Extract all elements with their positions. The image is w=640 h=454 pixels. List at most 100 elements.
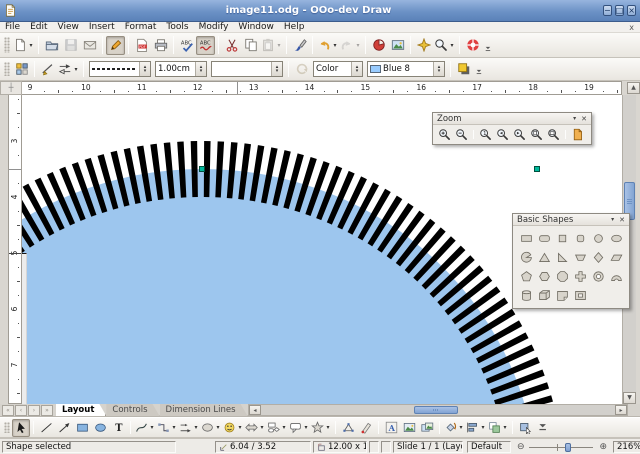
new-document-button[interactable]: ▾ <box>12 36 35 55</box>
menu-file[interactable]: File <box>0 22 25 32</box>
zoom-percentage[interactable]: 216% <box>613 441 640 453</box>
copy-button[interactable] <box>241 36 260 55</box>
zoom-100-button[interactable]: 1 <box>477 126 494 143</box>
dropdown-caret-icon[interactable]: ▾ <box>28 42 34 49</box>
rotate-button[interactable] <box>292 60 311 79</box>
zoom-previous-button[interactable] <box>494 126 511 143</box>
line-dialog-button[interactable] <box>38 60 57 79</box>
basic-shapes-button[interactable]: ▾ <box>200 419 222 437</box>
redo-button[interactable]: ▾ <box>339 36 362 55</box>
open-button[interactable] <box>42 36 61 55</box>
zoom-slider-track[interactable] <box>529 447 593 448</box>
format-paintbrush-button[interactable] <box>290 36 309 55</box>
toolbar-grip[interactable] <box>4 62 10 76</box>
dropdown-caret-icon[interactable]: ▾ <box>237 424 243 431</box>
flowchart-button[interactable]: ▾ <box>266 419 288 437</box>
menu-help[interactable]: Help <box>279 22 310 32</box>
shadow-button[interactable] <box>454 60 473 79</box>
save-button[interactable] <box>61 36 80 55</box>
dropdown-caret-icon[interactable]: ▾ <box>193 424 199 431</box>
area-color-spin-buttons[interactable]: ▴▾ <box>433 62 444 76</box>
shape-trapezoid-button[interactable] <box>571 248 589 266</box>
glue-points-button[interactable] <box>357 419 375 437</box>
dropdown-caret-icon[interactable]: ▾ <box>215 424 221 431</box>
shape-isosceles-triangle-button[interactable] <box>535 248 553 266</box>
scroll-down-button[interactable]: ▼ <box>623 392 636 404</box>
menu-modify[interactable]: Modify <box>194 22 234 32</box>
menu-format[interactable]: Format <box>120 22 162 32</box>
connector-button[interactable]: ▾ <box>156 419 178 437</box>
cursor-position-cell[interactable]: 6.04 / 3.52 <box>215 441 311 453</box>
export-pdf-button[interactable]: PDF <box>132 36 151 55</box>
optimal-button[interactable] <box>569 126 586 143</box>
tab-dimension-lines[interactable]: Dimension Lines <box>160 404 248 416</box>
ellipse-button[interactable] <box>91 419 109 437</box>
fontwork-gallery-button[interactable]: A <box>382 419 400 437</box>
zoom-slider-thumb[interactable] <box>565 443 571 452</box>
shape-ellipse-button[interactable] <box>607 229 625 247</box>
shape-cross-button[interactable] <box>571 267 589 285</box>
shape-cube-button[interactable] <box>535 286 553 304</box>
palette-menu-caret-icon[interactable]: ▾ <box>573 115 576 122</box>
rectangle-button[interactable] <box>73 419 91 437</box>
shape-square-button[interactable] <box>553 229 571 247</box>
menu-tools[interactable]: Tools <box>161 22 193 32</box>
menu-window[interactable]: Window <box>233 22 279 32</box>
line-ends-arrow-button[interactable] <box>55 419 73 437</box>
toolbar-grip[interactable] <box>4 422 10 433</box>
dropdown-caret-icon[interactable]: ▾ <box>332 42 338 49</box>
print-button[interactable] <box>151 36 170 55</box>
shape-frame-button[interactable] <box>571 286 589 304</box>
object-size-cell[interactable]: 12.00 x 11.50 <box>313 441 367 453</box>
shape-hexagon-button[interactable] <box>535 267 553 285</box>
dropdown-caret-icon[interactable]: ▾ <box>325 424 331 431</box>
dropdown-caret-icon[interactable]: ▾ <box>458 424 464 431</box>
toolbar-overflow-button[interactable] <box>482 42 494 55</box>
line-color-select[interactable]: ▴▾ <box>211 61 283 77</box>
dropdown-caret-icon[interactable]: ▾ <box>449 42 455 49</box>
line-button[interactable] <box>37 419 55 437</box>
dropdown-caret-icon[interactable]: ▾ <box>171 424 177 431</box>
tab-controls[interactable]: Controls <box>106 404 159 416</box>
curve-button[interactable]: ▾ <box>134 419 156 437</box>
select-button[interactable] <box>12 419 30 437</box>
menu-edit[interactable]: Edit <box>25 22 52 32</box>
horizontal-ruler[interactable]: 910111213141516171819 <box>22 81 622 95</box>
lines-and-arrows-button[interactable]: ▾ <box>178 419 200 437</box>
horizontal-scrollbar[interactable]: ◂ ▸ <box>248 404 628 416</box>
dropdown-caret-icon[interactable]: ▾ <box>480 424 486 431</box>
toolbar-overflow-button[interactable] <box>534 417 552 435</box>
dropdown-caret-icon[interactable]: ▾ <box>149 424 155 431</box>
toolbar-grip[interactable] <box>4 37 10 53</box>
cut-button[interactable] <box>222 36 241 55</box>
shape-right-triangle-button[interactable] <box>553 248 571 266</box>
arrange-button[interactable]: ▾ <box>487 419 509 437</box>
line-width-select[interactable]: 1.00cm▴▾ <box>155 61 207 77</box>
previous-page-button[interactable]: ‹ <box>15 405 27 416</box>
zoom-slider[interactable]: ⊖ ⊕ <box>514 441 610 453</box>
interaction-button[interactable] <box>516 419 534 437</box>
tab-layout[interactable]: Layout <box>56 404 106 416</box>
menu-insert[interactable]: Insert <box>84 22 120 32</box>
help-button[interactable] <box>463 36 482 55</box>
effects-rotate-button[interactable]: ▾ <box>443 419 465 437</box>
spellcheck-button[interactable]: ABC <box>177 36 196 55</box>
navigator-button[interactable] <box>414 36 433 55</box>
page-width-button[interactable] <box>545 126 562 143</box>
undo-button[interactable]: ▾ <box>316 36 339 55</box>
paste-button[interactable]: ▾ <box>260 36 283 55</box>
maximize-button[interactable]: □ <box>615 5 625 16</box>
title-bar[interactable]: image11.odg - OOo-dev Draw −□× <box>0 0 640 22</box>
area-style-select[interactable]: Color▴▾ <box>313 61 363 77</box>
dropdown-caret-icon[interactable]: ▾ <box>355 42 361 49</box>
minimize-button[interactable]: − <box>603 5 612 16</box>
shape-block-arc-button[interactable] <box>607 267 625 285</box>
shape-rectangle-button[interactable] <box>517 229 535 247</box>
shape-parallelogram-button[interactable] <box>607 248 625 266</box>
chart-button[interactable] <box>369 36 388 55</box>
selection-handle[interactable] <box>534 166 540 172</box>
shape-ring-button[interactable] <box>589 267 607 285</box>
zoom-palette-titlebar[interactable]: Zoom ▾ ✕ <box>433 113 591 125</box>
zoom-button[interactable]: ▾ <box>433 36 456 55</box>
palette-close-icon[interactable]: ✕ <box>581 115 587 123</box>
